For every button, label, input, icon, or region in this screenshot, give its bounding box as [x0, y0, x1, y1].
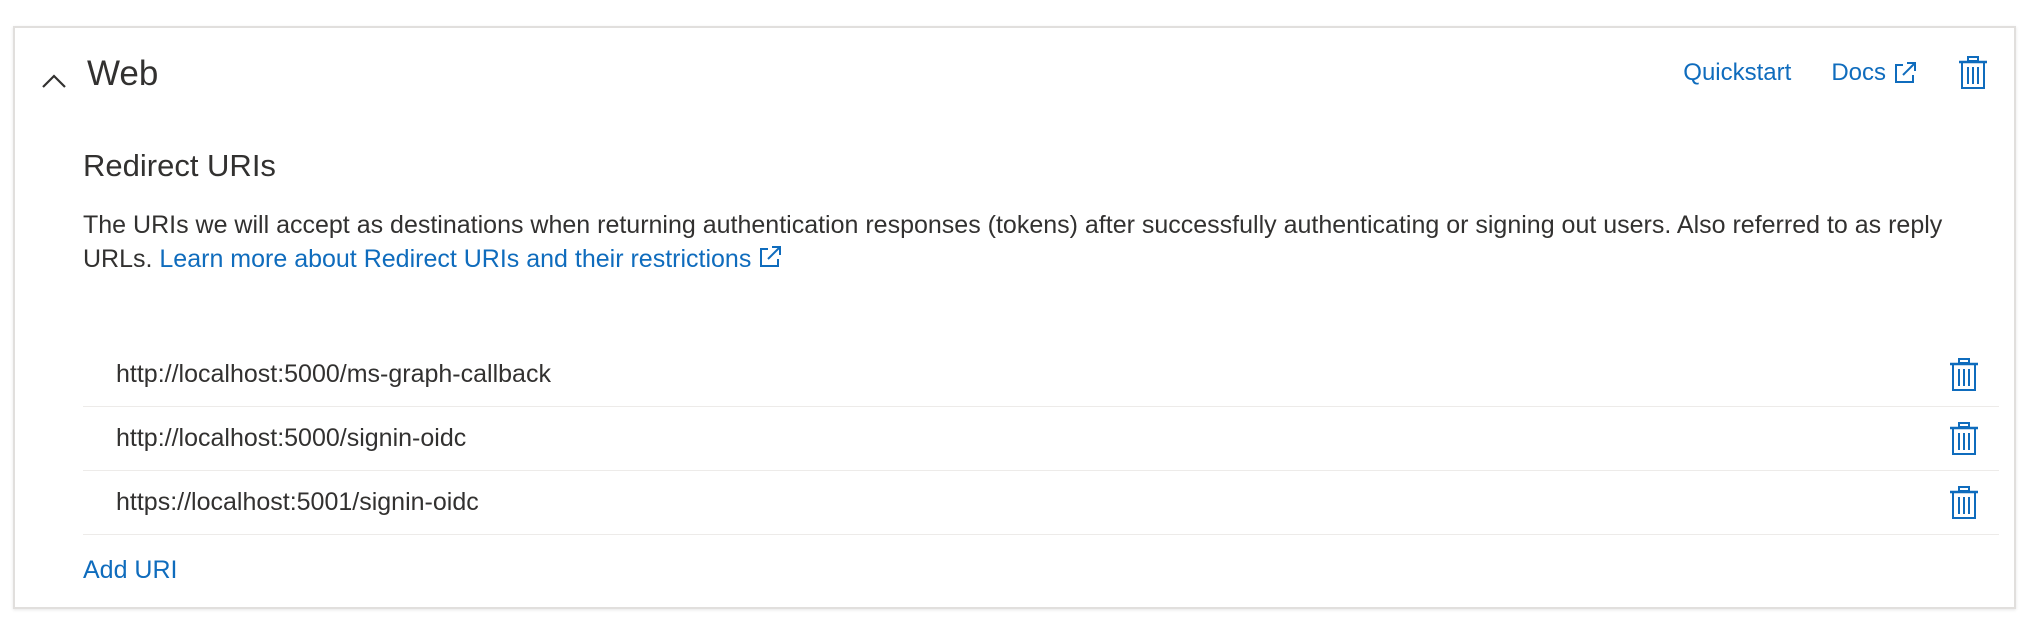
docs-label: Docs — [1831, 59, 1886, 86]
trash-icon — [1950, 358, 1978, 391]
uri-row: https://localhost:5001/signin-oidc — [83, 471, 1999, 535]
redirect-uri-list: http://localhost:5000/ms-graph-callback … — [83, 343, 1999, 535]
header-actions: Quickstart Docs — [1683, 38, 2014, 108]
learn-more-label: Learn more about Redirect URIs and their… — [159, 245, 752, 273]
uri-value[interactable]: http://localhost:5000/signin-oidc — [116, 424, 466, 453]
delete-uri-button[interactable] — [1949, 357, 1979, 393]
collapse-button[interactable] — [37, 64, 71, 98]
delete-platform-button[interactable] — [1958, 55, 1988, 91]
redirect-uris-heading: Redirect URIs — [83, 148, 276, 183]
external-link-icon — [1892, 60, 1918, 86]
chevron-up-icon — [42, 74, 66, 88]
trash-icon — [1950, 422, 1978, 455]
uri-row: http://localhost:5000/signin-oidc — [83, 407, 1999, 471]
trash-icon — [1959, 56, 1987, 89]
quickstart-link[interactable]: Quickstart — [1683, 59, 1791, 87]
uri-row: http://localhost:5000/ms-graph-callback — [83, 343, 1999, 407]
learn-more-link[interactable]: Learn more about Redirect URIs and their… — [159, 245, 783, 273]
uri-value[interactable]: https://localhost:5001/signin-oidc — [116, 488, 479, 517]
uri-value[interactable]: http://localhost:5000/ms-graph-callback — [116, 360, 551, 389]
quickstart-label: Quickstart — [1683, 59, 1792, 86]
delete-uri-button[interactable] — [1949, 421, 1979, 457]
redirect-uris-description: The URIs we will accept as destinations … — [83, 208, 1983, 276]
trash-icon — [1950, 486, 1978, 519]
docs-link[interactable]: Docs — [1831, 59, 1918, 87]
platform-title: Web — [87, 54, 159, 93]
external-link-icon — [757, 244, 783, 270]
delete-uri-button[interactable] — [1949, 485, 1979, 521]
add-uri-button[interactable]: Add URI — [83, 556, 177, 585]
web-platform-card: Web Quickstart Docs Redirect URIs The UR… — [13, 26, 2016, 609]
